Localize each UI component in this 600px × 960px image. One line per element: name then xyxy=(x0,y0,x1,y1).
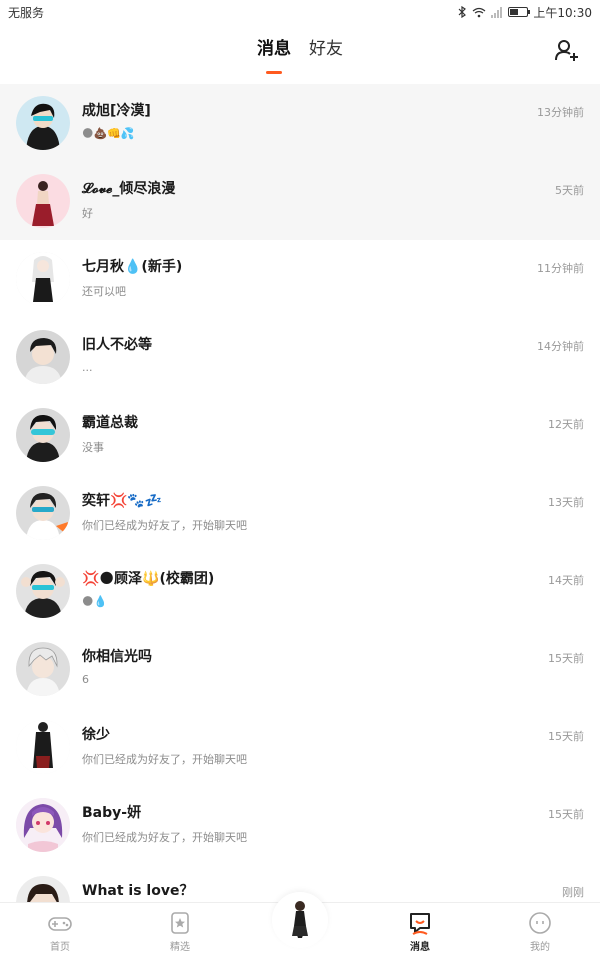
battery-icon xyxy=(508,7,531,17)
conversation-row[interactable]: 💢🌑顾泽🔱(校霸团) 🌑💧 14天前 xyxy=(0,552,600,630)
conversation-info: 奕轩💢🐾💤 你们已经成为好友了，开始聊天吧 xyxy=(82,486,600,540)
conversation-row[interactable]: 你相信光吗 6 15天前 xyxy=(0,630,600,708)
tab-bar: 消息 好友 xyxy=(0,24,600,84)
contact-name: Baby-妍 xyxy=(82,805,142,821)
message-time: 11分钟前 xyxy=(537,262,584,275)
avatar[interactable] xyxy=(16,798,70,852)
conversation-info: What is love？ xyxy=(82,876,600,902)
avatar[interactable] xyxy=(16,876,70,902)
message-preview: 没事 xyxy=(82,441,104,454)
nav-featured[interactable]: 精选 xyxy=(120,903,240,960)
avatar[interactable] xyxy=(16,330,70,384)
tab-friends[interactable]: 好友 xyxy=(309,24,343,84)
bluetooth-icon xyxy=(457,6,467,18)
wifi-icon xyxy=(472,7,486,18)
nav-featured-label: 精选 xyxy=(170,942,190,953)
message-preview: 你们已经成为好友了，开始聊天吧 xyxy=(82,753,247,766)
star-card-icon xyxy=(171,912,189,934)
nav-profile-label: 我的 xyxy=(530,942,550,953)
avatar[interactable] xyxy=(16,96,70,150)
message-time: 15天前 xyxy=(548,730,584,743)
message-time: 刚刚 xyxy=(562,886,584,899)
message-preview: ... xyxy=(82,361,93,374)
center-avatar-button[interactable] xyxy=(272,892,328,948)
message-time: 14天前 xyxy=(548,574,584,587)
avatar[interactable] xyxy=(16,252,70,306)
conversation-info: 七月秋💧(新手) 还可以吧 xyxy=(82,252,600,306)
status-icons: 上午10:30 xyxy=(457,4,592,21)
contact-name: 七月秋💧(新手) xyxy=(82,259,183,275)
clock-label: 上午10:30 xyxy=(533,5,592,20)
chat-bubble-icon xyxy=(410,913,430,935)
avatar[interactable] xyxy=(16,564,70,618)
character-avatar-icon xyxy=(272,892,328,948)
carrier-label: 无服务 xyxy=(8,5,45,20)
conversation-info: 𝓛𝓸𝓿𝓮_倾尽浪漫好 xyxy=(82,174,600,228)
message-time: 13天前 xyxy=(548,496,584,509)
conversation-row[interactable]: 七月秋💧(新手) 还可以吧 11分钟前 xyxy=(0,240,600,318)
conversation-info: Baby-妍你们已经成为好友了，开始聊天吧 xyxy=(82,798,600,852)
signal-icon xyxy=(491,6,503,18)
conversation-row[interactable]: 徐少 你们已经成为好友了，开始聊天吧 15天前 xyxy=(0,708,600,786)
avatar[interactable] xyxy=(16,720,70,774)
contact-name: 你相信光吗 xyxy=(82,649,152,665)
conversation-row[interactable]: Baby-妍 你们已经成为好友了，开始聊天吧 15天前 xyxy=(0,786,600,864)
message-preview: 🌑💧 xyxy=(82,595,108,608)
message-preview: 你们已经成为好友了，开始聊天吧 xyxy=(82,519,247,532)
conversation-row[interactable]: 旧人不必等... 14分钟前 xyxy=(0,318,600,396)
contact-name: 奕轩💢🐾💤 xyxy=(82,493,163,509)
status-bar: 无服务 上午10:30 xyxy=(0,0,600,24)
avatar[interactable] xyxy=(16,642,70,696)
add-user-icon[interactable] xyxy=(554,38,580,64)
conversation-row[interactable]: 霸道总裁 没事 12天前 xyxy=(0,396,600,474)
face-icon xyxy=(529,912,551,934)
contact-name: 徐少 xyxy=(82,727,110,743)
conversation-list[interactable]: 成旭[冷漠] 🌑💩👊💦 13分钟前 𝓛𝓸𝓿𝓮_倾尽浪漫好 5天前 七月秋💧(新手) 还可以吧… xyxy=(0,84,600,902)
contact-name: What is love？ xyxy=(82,883,194,899)
nav-home-label: 首页 xyxy=(50,942,70,953)
contact-name: 𝓛𝓸𝓿𝓮_倾尽浪漫 xyxy=(82,181,176,197)
header: 消息 好友 xyxy=(0,24,600,84)
conversation-row[interactable]: 奕轩💢🐾💤 你们已经成为好友了，开始聊天吧 13天前 xyxy=(0,474,600,552)
conversation-row[interactable]: 成旭[冷漠] 🌑💩👊💦 13分钟前 xyxy=(0,84,600,162)
conversation-info: 旧人不必等... xyxy=(82,330,600,384)
message-time: 14分钟前 xyxy=(537,340,584,353)
avatar[interactable] xyxy=(16,408,70,462)
nav-profile[interactable]: 我的 xyxy=(480,903,600,960)
conversation-info: 你相信光吗 6 xyxy=(82,642,600,696)
message-time: 15天前 xyxy=(548,808,584,821)
contact-name: 霸道总裁 xyxy=(82,415,138,431)
contact-name: 旧人不必等 xyxy=(82,337,152,353)
conversation-row[interactable]: 𝓛𝓸𝓿𝓮_倾尽浪漫好 5天前 xyxy=(0,162,600,240)
message-time: 15天前 xyxy=(548,652,584,665)
conversation-info: 💢🌑顾泽🔱(校霸团) 🌑💧 xyxy=(82,564,600,618)
message-preview: 你们已经成为好友了，开始聊天吧 xyxy=(82,831,247,844)
avatar[interactable] xyxy=(16,174,70,228)
nav-messages-label: 消息 xyxy=(410,942,430,953)
message-time: 5天前 xyxy=(555,184,584,197)
conversation-info: 成旭[冷漠] 🌑💩👊💦 xyxy=(82,96,600,150)
message-preview: 好 xyxy=(82,207,93,220)
message-time: 13分钟前 xyxy=(537,106,584,119)
conversation-info: 霸道总裁 没事 xyxy=(82,408,600,462)
contact-name: 成旭[冷漠] xyxy=(82,103,151,119)
nav-messages[interactable]: 消息 xyxy=(360,903,480,960)
tab-messages[interactable]: 消息 xyxy=(257,24,291,84)
message-preview: 还可以吧 xyxy=(82,285,126,298)
nav-home[interactable]: 首页 xyxy=(0,903,120,960)
message-time: 12天前 xyxy=(548,418,584,431)
message-preview: 🌑💩👊💦 xyxy=(82,127,135,140)
conversation-info: 徐少你们已经成为好友了，开始聊天吧 xyxy=(82,720,600,774)
gamepad-icon xyxy=(48,917,72,931)
message-preview: 6 xyxy=(82,673,89,686)
avatar[interactable] xyxy=(16,486,70,540)
contact-name: 💢🌑顾泽🔱(校霸团) xyxy=(82,571,215,587)
